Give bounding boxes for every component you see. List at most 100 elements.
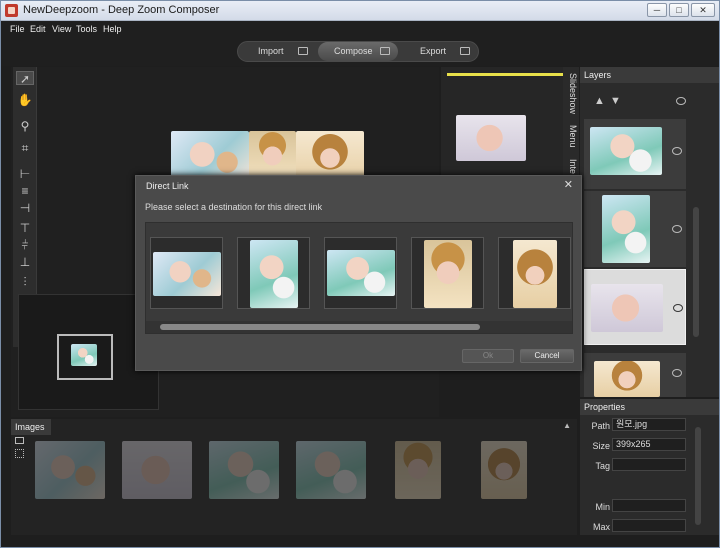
layer-item[interactable] (584, 191, 686, 267)
destination-item[interactable] (411, 237, 484, 309)
title-bar: NewDeepzoom - Deep Zoom Composer ─ □ ✕ (1, 1, 719, 21)
destination-list (145, 222, 573, 334)
layer-thumbnail (590, 127, 662, 175)
collapse-icon[interactable]: ▲ (563, 421, 571, 430)
align-left-icon[interactable]: ⊢ (16, 167, 34, 181)
menu-edit[interactable]: Edit (30, 24, 46, 34)
align-bottom-icon[interactable]: ⊥ (16, 255, 34, 269)
export-mode-tab[interactable]: Export (420, 42, 446, 61)
dialog-prompt: Please select a destination for this dir… (145, 202, 323, 212)
viewport-frame[interactable] (57, 334, 113, 380)
menu-bar: File Edit View Tools Help (1, 21, 719, 38)
min-label: Min (595, 502, 610, 512)
image-thumbnail[interactable] (35, 441, 105, 499)
max-field[interactable] (612, 519, 686, 532)
destination-thumbnail (250, 240, 298, 308)
mode-bar: Import Compose Export (1, 38, 719, 66)
tab-menu[interactable]: Menu (564, 125, 578, 148)
align-top-icon[interactable]: ⊤ (16, 221, 34, 235)
select-tool-icon[interactable]: ➚ (16, 71, 34, 86)
visibility-all-icon[interactable] (676, 97, 686, 105)
layer-thumbnail (602, 195, 650, 263)
ok-button[interactable]: Ok (462, 349, 514, 363)
app-icon (5, 4, 18, 17)
direct-link-dialog: Direct Link ✕ Please select a destinatio… (135, 175, 582, 371)
layer-item[interactable] (584, 119, 686, 189)
image-thumbnail[interactable] (209, 441, 279, 499)
destination-item[interactable] (498, 237, 571, 309)
compose-mode-tab[interactable]: Compose (334, 42, 373, 61)
tab-interactions[interactable]: Inte (564, 159, 578, 174)
visibility-eye-icon[interactable] (673, 304, 683, 312)
slide-indicator (447, 73, 565, 76)
destination-item[interactable] (237, 237, 310, 309)
side-tab-strip: Slideshow Menu Inte (563, 67, 579, 187)
layers-scrollbar[interactable] (693, 207, 699, 337)
path-field[interactable]: 원모.jpg (612, 418, 686, 431)
properties-title: Properties (580, 399, 719, 415)
align-center-icon[interactable]: ≡ (16, 184, 34, 198)
properties-scrollbar[interactable] (695, 427, 701, 525)
view-grid-icon[interactable] (15, 449, 24, 458)
destination-scrollbar[interactable] (146, 321, 572, 333)
tag-field[interactable] (612, 458, 686, 471)
images-panel: Images ▲ (11, 419, 577, 535)
menu-view[interactable]: View (52, 24, 71, 34)
slide-thumbnail[interactable] (456, 115, 526, 161)
view-list-icon[interactable] (15, 437, 24, 444)
layers-title: Layers (580, 67, 719, 83)
images-title: Images (11, 419, 51, 435)
image-thumbnail[interactable] (122, 441, 192, 499)
layer-item[interactable] (584, 353, 686, 397)
image-thumbnail[interactable] (296, 441, 366, 499)
destination-thumbnail (513, 240, 557, 308)
visibility-eye-icon[interactable] (672, 225, 682, 233)
tab-slideshow[interactable]: Slideshow (564, 73, 578, 114)
properties-panel: Properties Path 원모.jpg Size 399x265 Tag … (580, 399, 719, 535)
menu-help[interactable]: Help (103, 24, 122, 34)
move-layer-up-icon[interactable]: ▲ (594, 95, 605, 107)
minimize-button[interactable]: ─ (647, 3, 667, 17)
destination-item[interactable] (324, 237, 397, 309)
import-icon (298, 47, 308, 55)
close-button[interactable]: ✕ (691, 3, 715, 17)
destination-thumbnail (327, 250, 395, 296)
pan-hand-icon[interactable]: ✋ (16, 93, 34, 107)
cancel-button[interactable]: Cancel (520, 349, 574, 363)
path-label: Path (591, 421, 610, 431)
visibility-eye-icon[interactable] (672, 369, 682, 377)
destination-thumbnail (424, 240, 472, 308)
distribute-horizontal-icon[interactable]: ⫶ (16, 275, 34, 289)
layer-thumbnail (591, 284, 663, 332)
align-middle-icon[interactable]: ⫩ (16, 238, 34, 252)
image-thumbnail[interactable] (395, 441, 441, 499)
image-thumbnail[interactable] (481, 441, 527, 499)
visibility-eye-icon[interactable] (672, 147, 682, 155)
dialog-close-icon[interactable]: ✕ (564, 178, 573, 191)
menu-tools[interactable]: Tools (76, 24, 97, 34)
size-field[interactable]: 399x265 (612, 438, 686, 451)
window-title: NewDeepzoom - Deep Zoom Composer (23, 4, 220, 16)
zoom-icon[interactable]: ⚲ (16, 119, 34, 133)
destination-item[interactable] (150, 237, 223, 309)
tag-label: Tag (595, 461, 610, 471)
max-label: Max (592, 522, 610, 532)
slideshow-panel (441, 67, 565, 177)
menu-file[interactable]: File (10, 24, 25, 34)
layers-panel: Layers ▲ ▼ (580, 67, 719, 397)
navigator-thumbnail (71, 344, 97, 366)
layer-item-selected[interactable] (584, 269, 686, 345)
dialog-title: Direct Link (146, 181, 189, 191)
fit-zoom-icon[interactable]: ⌗ (16, 141, 34, 155)
maximize-button[interactable]: □ (669, 3, 689, 17)
scrollbar-thumb[interactable] (160, 324, 480, 330)
mode-switcher: Import Compose Export (237, 41, 479, 62)
align-right-icon[interactable]: ⊣ (16, 201, 34, 215)
move-layer-down-icon[interactable]: ▼ (610, 95, 621, 107)
export-icon (460, 47, 470, 55)
destination-thumbnail (153, 252, 221, 296)
layer-thumbnail (594, 361, 660, 397)
import-mode-tab[interactable]: Import (258, 42, 284, 61)
min-field[interactable] (612, 499, 686, 512)
size-label: Size (592, 441, 610, 451)
